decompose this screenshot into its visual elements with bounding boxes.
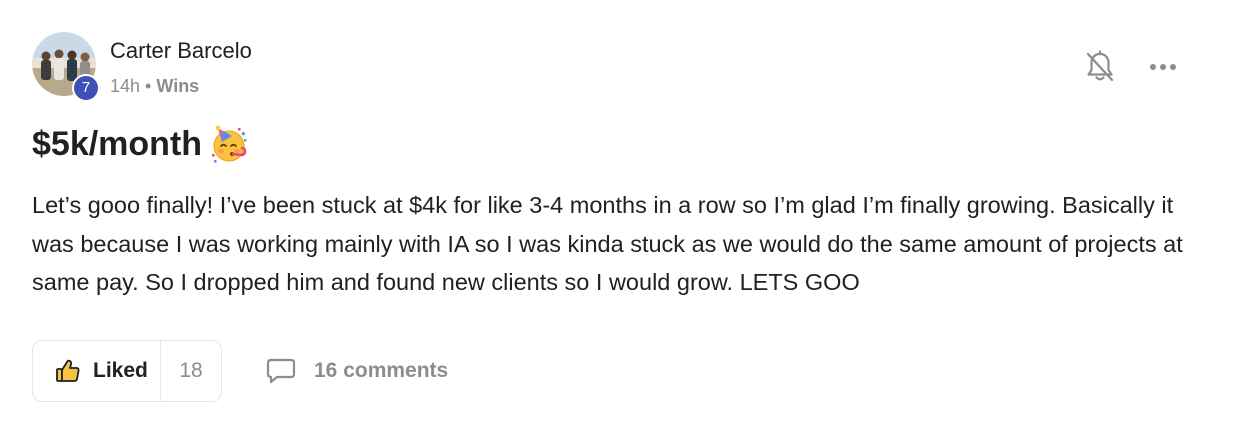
post-title-row: $5k/month	[32, 122, 250, 166]
more-horizontal-icon	[1150, 64, 1176, 70]
post-meta: 14h • Wins	[110, 75, 199, 97]
like-group: Liked 18	[32, 340, 222, 402]
like-button[interactable]: Liked	[33, 341, 161, 401]
bell-off-icon	[1086, 50, 1114, 82]
level-badge: 7	[72, 74, 100, 102]
more-options-button[interactable]	[1146, 56, 1180, 78]
author-name[interactable]: Carter Barcelo	[110, 38, 252, 64]
meta-separator: •	[145, 76, 152, 96]
partying-face-icon	[212, 125, 247, 163]
post-title[interactable]: $5k/month	[32, 122, 202, 166]
like-label: Liked	[93, 359, 148, 382]
comments-button[interactable]: 16 comments	[266, 356, 448, 386]
post-time[interactable]: 14h	[110, 76, 140, 96]
post-body: Let’s gooo finally! I’ve been stuck at $…	[32, 192, 1183, 295]
thumbs-up-icon	[56, 359, 80, 382]
like-count[interactable]: 18	[161, 341, 221, 401]
notification-toggle-button[interactable]	[1084, 50, 1116, 84]
author-avatar-wrapper[interactable]: 7	[32, 32, 100, 102]
comment-icon	[266, 358, 296, 384]
post-category[interactable]: Wins	[156, 76, 199, 96]
post-card: 7 Carter Barcelo 14h • Wins $5k/month Le…	[0, 0, 1236, 422]
comments-label: 16 comments	[314, 359, 449, 382]
